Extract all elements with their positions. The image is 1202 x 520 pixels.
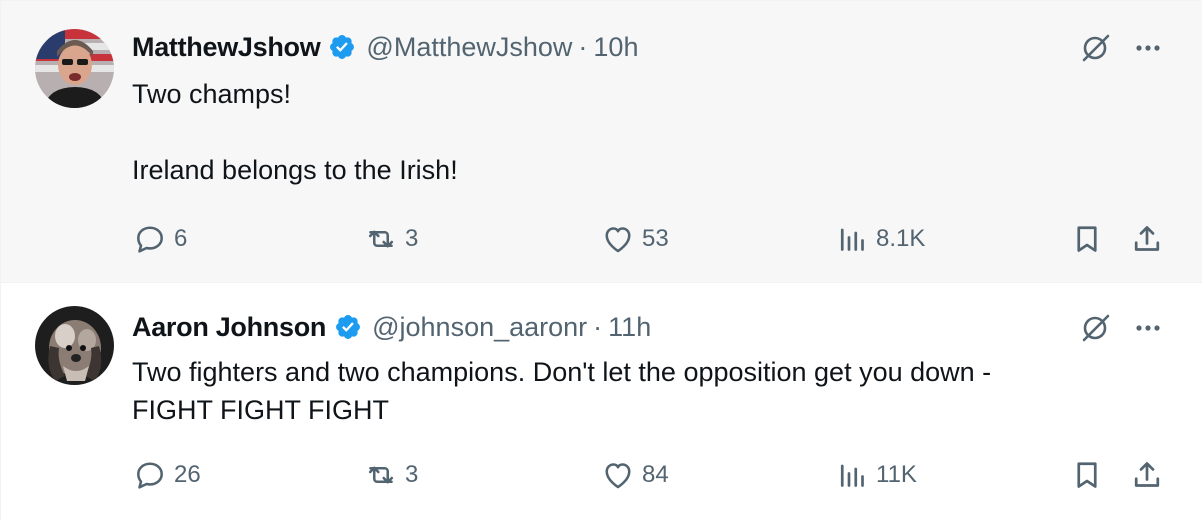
views-button[interactable]: 11K — [834, 455, 917, 495]
repost-count: 3 — [405, 461, 419, 488]
author-name[interactable]: Aaron Johnson — [132, 312, 326, 343]
more-icon[interactable] — [1131, 31, 1165, 65]
tweet-top-actions — [1079, 31, 1165, 65]
author-name[interactable]: MatthewJshow — [132, 32, 321, 63]
author-handle[interactable]: @johnson_aaronr — [372, 312, 587, 343]
tweet-feed: MatthewJshow @MatthewJshow · 10h Two cha… — [0, 0, 1202, 520]
grok-icon[interactable] — [1079, 31, 1113, 65]
repost-icon — [363, 457, 399, 493]
like-button[interactable]: 84 — [600, 455, 669, 495]
tweet-top-actions — [1079, 311, 1165, 345]
reply-button[interactable]: 26 — [132, 455, 201, 495]
tweet-header: Aaron Johnson @johnson_aaronr · 11h — [132, 309, 651, 345]
heart-icon — [600, 221, 636, 257]
reply-icon — [132, 221, 168, 257]
timestamp[interactable]: 10h — [593, 32, 638, 63]
grok-icon[interactable] — [1079, 311, 1113, 345]
reply-button[interactable]: 6 — [132, 219, 187, 259]
verified-badge-icon[interactable] — [328, 33, 356, 61]
repost-count: 3 — [405, 225, 419, 252]
reply-count: 6 — [174, 225, 188, 252]
share-icon — [1129, 457, 1165, 493]
like-count: 84 — [642, 461, 669, 488]
bookmark-icon — [1069, 457, 1105, 493]
bookmark-button[interactable] — [1069, 219, 1105, 259]
tweet-actions: 6 3 53 8.1K — [1, 219, 1202, 259]
reply-count: 26 — [174, 461, 201, 488]
like-count: 53 — [642, 225, 669, 252]
views-icon — [834, 457, 870, 493]
views-count: 8.1K — [876, 225, 926, 252]
tweet[interactable]: Aaron Johnson @johnson_aaronr · 11h Two … — [1, 283, 1202, 520]
separator-dot: · — [593, 311, 603, 342]
tweet[interactable]: MatthewJshow @MatthewJshow · 10h Two cha… — [1, 1, 1202, 283]
heart-icon — [600, 457, 636, 493]
tweet-header: MatthewJshow @MatthewJshow · 10h — [132, 29, 638, 65]
views-button[interactable]: 8.1K — [834, 219, 925, 259]
avatar[interactable] — [35, 306, 114, 385]
views-count: 11K — [876, 461, 917, 488]
verified-badge-icon[interactable] — [334, 313, 362, 341]
repost-button[interactable]: 3 — [363, 219, 418, 259]
tweet-actions: 26 3 84 11K — [1, 455, 1202, 495]
tweet-text: Two champs! Ireland belongs to the Irish… — [132, 79, 458, 185]
repost-icon — [363, 221, 399, 257]
repost-button[interactable]: 3 — [363, 455, 418, 495]
like-button[interactable]: 53 — [600, 219, 669, 259]
tweet-text: Two fighters and two champions. Don't le… — [132, 357, 992, 425]
more-icon[interactable] — [1131, 311, 1165, 345]
avatar[interactable] — [35, 29, 114, 108]
bookmark-icon — [1069, 221, 1105, 257]
author-handle[interactable]: @MatthewJshow — [366, 32, 572, 63]
share-button[interactable] — [1129, 219, 1165, 259]
views-icon — [834, 221, 870, 257]
reply-icon — [132, 457, 168, 493]
timestamp[interactable]: 11h — [608, 312, 651, 343]
share-icon — [1129, 221, 1165, 257]
separator-dot: · — [578, 31, 588, 62]
share-button[interactable] — [1129, 455, 1165, 495]
bookmark-button[interactable] — [1069, 455, 1105, 495]
